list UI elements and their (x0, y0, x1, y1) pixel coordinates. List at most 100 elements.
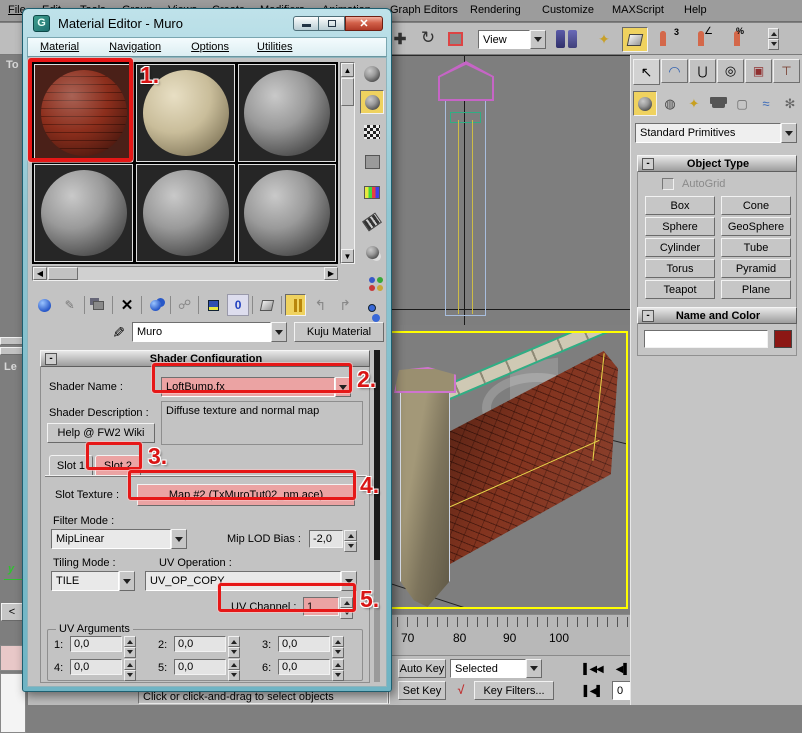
sample-slot-1[interactable] (34, 64, 133, 162)
uv-arg-1-spinner[interactable] (124, 636, 136, 652)
uv-arg-3-field[interactable]: 0,0 (278, 636, 330, 652)
category-space-warps[interactable]: ≈ (755, 91, 777, 116)
material-editor-titlebar[interactable]: G Material Editor - Muro ✕ (23, 9, 391, 37)
prompt-back-button[interactable]: < (1, 603, 23, 621)
vscroll-down-arrow[interactable]: ▼ (341, 249, 354, 263)
button-cone[interactable]: Cone (721, 196, 791, 215)
put-material-to-scene-icon[interactable]: ✎ (59, 294, 81, 316)
tab-display[interactable]: ▣ (745, 59, 772, 83)
vscroll-up-arrow[interactable]: ▲ (341, 63, 354, 77)
shader-config-collapse-icon[interactable]: - (45, 353, 57, 365)
slots-vscrollbar[interactable]: ▲ ▼ (340, 62, 355, 264)
primitive-type-arrow[interactable] (781, 123, 797, 143)
material-name-dropdown[interactable]: Muro (132, 322, 287, 342)
uv-arg-3-spinner[interactable] (332, 636, 344, 652)
shader-name-dropdown[interactable]: LoftBump.fx (161, 377, 351, 397)
name-color-collapse-icon[interactable]: - (642, 310, 654, 322)
background-icon[interactable] (360, 120, 384, 144)
material-type-button[interactable]: Kuju Material (294, 322, 384, 342)
close-button[interactable]: ✕ (345, 16, 383, 31)
sample-slot-6[interactable] (238, 164, 336, 262)
rollup-collapse-icon[interactable]: - (642, 158, 654, 170)
key-filters-button[interactable]: Key Filters... (474, 681, 554, 700)
key-mode-toggle-icon[interactable]: ▌◀▌ (582, 683, 604, 699)
uv-arg-5-field[interactable]: 0,0 (174, 659, 226, 675)
autogrid-checkbox[interactable] (662, 178, 674, 190)
uv-channel-field[interactable]: 1 (303, 597, 339, 616)
material-id-channel-icon[interactable]: 0 (227, 294, 249, 316)
filter-mode-arrow[interactable] (171, 529, 187, 549)
button-plane[interactable]: Plane (721, 280, 791, 299)
uv-arg-1-field[interactable]: 0,0 (70, 636, 122, 652)
backlight-icon[interactable] (360, 90, 384, 114)
menu-rendering[interactable]: Rendering (470, 4, 521, 16)
snaps-toggle-icon[interactable] (622, 27, 648, 52)
sample-uv-tiling-icon[interactable] (360, 150, 384, 174)
uv-arg-5-spinner[interactable] (228, 659, 240, 675)
snap-3d-icon[interactable] (660, 31, 666, 46)
go-forward-to-sibling-icon[interactable]: ↱ (334, 294, 356, 316)
uv-arg-6-field[interactable]: 0,0 (278, 659, 330, 675)
select-and-move-icon[interactable]: ✚ (390, 29, 410, 49)
uv-operation-dropdown[interactable]: UV_OP_COPY (145, 571, 357, 591)
options-icon[interactable] (360, 240, 384, 264)
mip-lod-bias-spinner[interactable] (344, 530, 357, 548)
mtl-menu-navigation[interactable]: Navigation (109, 41, 161, 53)
selection-filter-dropdown[interactable]: Selected (450, 659, 542, 678)
button-tube[interactable]: Tube (721, 238, 791, 257)
select-by-material-icon[interactable] (360, 268, 384, 292)
slot1-tab[interactable]: Slot 1 (49, 455, 93, 475)
material-map-navigator-icon[interactable] (360, 296, 384, 320)
uv-arg-6-spinner[interactable] (332, 659, 344, 675)
hscroll-left-arrow[interactable]: ◀ (33, 267, 47, 280)
category-helpers[interactable]: ▢ (731, 91, 753, 116)
menu-help[interactable]: Help (684, 4, 707, 16)
category-systems[interactable]: ✻ (779, 91, 801, 116)
show-end-result-icon[interactable] (285, 294, 307, 316)
uv-operation-arrow[interactable] (341, 571, 357, 591)
selection-filter-arrow[interactable] (526, 659, 542, 678)
reference-coordinate-dropdown[interactable]: View (478, 30, 546, 49)
assign-material-to-selection-icon[interactable] (87, 294, 109, 316)
uv-arg-2-field[interactable]: 0,0 (174, 636, 226, 652)
put-to-library-icon[interactable] (202, 294, 224, 316)
category-cameras[interactable] (707, 91, 729, 116)
slots-hscrollbar[interactable]: ◀ ▶ (32, 266, 338, 281)
select-and-manipulate-icon[interactable]: ✦ (594, 29, 614, 49)
button-box[interactable]: Box (645, 196, 715, 215)
tab-hierarchy[interactable]: ⋃ (689, 59, 716, 83)
minimize-button[interactable] (293, 16, 319, 31)
perspective-viewport[interactable] (390, 331, 628, 609)
name-color-rollup-header[interactable]: - Name and Color (637, 307, 797, 324)
help-fw2-wiki-button[interactable]: Help @ FW2 Wiki (47, 423, 155, 443)
get-material-icon[interactable] (34, 294, 56, 316)
shader-config-rollup-header[interactable]: - Shader Configuration (40, 350, 370, 367)
coordinate-dropdown-button[interactable] (530, 30, 546, 49)
show-map-in-viewport-icon[interactable] (256, 294, 278, 316)
button-sphere[interactable]: Sphere (645, 217, 715, 236)
category-shapes[interactable]: ◍ (659, 91, 681, 116)
tab-motion[interactable]: ◎ (717, 59, 744, 83)
tab-utilities[interactable]: ⊤ (773, 59, 800, 83)
uv-channel-spinner[interactable] (340, 597, 353, 616)
uv-arg-4-spinner[interactable] (124, 659, 136, 675)
slot2-tab[interactable]: Slot 2 (95, 455, 141, 475)
set-key-curve-icon[interactable]: √ (452, 681, 470, 699)
stone-pillar[interactable] (400, 389, 450, 607)
menu-maxscript[interactable]: MAXScript (612, 4, 664, 16)
make-unique-icon[interactable]: ☍ (174, 294, 196, 316)
tab-create[interactable]: ↖ (633, 59, 660, 85)
top-viewport[interactable] (388, 55, 630, 325)
video-color-check-icon[interactable] (360, 180, 384, 204)
menu-graph-editors[interactable]: Graph Editors (390, 4, 458, 16)
tiling-mode-arrow[interactable] (119, 571, 135, 591)
tiling-mode-dropdown[interactable]: TILE (51, 571, 135, 591)
button-cylinder[interactable]: Cylinder (645, 238, 715, 257)
button-torus[interactable]: Torus (645, 259, 715, 278)
make-preview-icon[interactable] (360, 210, 384, 234)
go-to-start-icon[interactable]: ▌◀◀ (580, 661, 606, 677)
uv-arg-2-spinner[interactable] (228, 636, 240, 652)
object-name-input[interactable] (644, 330, 768, 348)
filter-mode-dropdown[interactable]: MipLinear (51, 529, 187, 549)
mtl-menu-utilities[interactable]: Utilities (257, 41, 292, 53)
